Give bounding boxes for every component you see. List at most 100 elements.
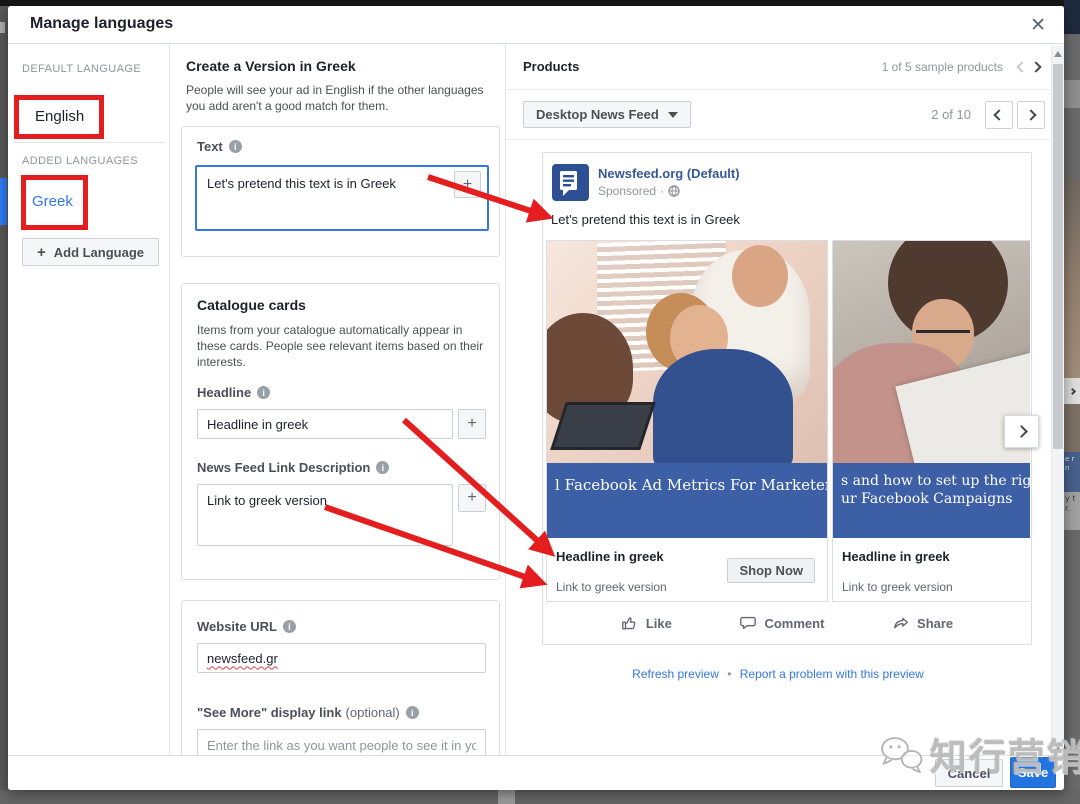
backdrop-blue-accent-bar: [0, 178, 7, 225]
link-description-label: News Feed Link Description: [197, 460, 370, 475]
carousel-caption-2: s and how to set up the rig ur Facebook …: [833, 463, 1030, 538]
chevron-left-icon: [1016, 61, 1027, 72]
scroll-down-arrow-icon[interactable]: [1054, 744, 1062, 750]
backdrop-chevron-fragment: [1064, 378, 1080, 404]
column-divider: [505, 44, 506, 755]
close-icon[interactable]: ✕: [1024, 12, 1052, 39]
next-preview-button[interactable]: [1017, 101, 1045, 129]
carousel-footer-1: Headline in greek Shop Now Link to greek…: [547, 538, 827, 601]
carousel-card-2[interactable]: s and how to set up the rig ur Facebook …: [832, 240, 1030, 602]
photo-laptop: [550, 402, 656, 450]
added-languages-label: ADDED LANGUAGES: [22, 155, 138, 167]
ad-preview-card: Newsfeed.org (Default) Sponsored · Let's…: [542, 152, 1032, 645]
share-button[interactable]: Share: [892, 614, 953, 632]
chevron-left-icon: [993, 109, 1004, 120]
backdrop-right-strip: e rn y tr.: [1064, 0, 1080, 804]
plus-icon: +: [37, 244, 46, 261]
backdrop-text-fragment: [0, 22, 5, 33]
sidebar-item-greek[interactable]: Greek: [26, 180, 83, 210]
backdrop-photo-fragment-2: [1064, 404, 1080, 452]
photo-glasses: [916, 330, 970, 342]
preview-page-counter: 2 of 10: [931, 107, 971, 122]
see-more-label: "See More" display link: [197, 705, 342, 720]
comment-label: Comment: [764, 616, 824, 631]
text-fragment: r.: [1065, 504, 1070, 513]
products-heading: Products: [523, 59, 579, 74]
carousel-link-description-2: Link to greek version: [842, 580, 953, 594]
website-url-field-label: Website URL i: [197, 619, 296, 634]
next-product-button[interactable]: [1029, 55, 1043, 79]
backdrop-bottom-strip: [0, 790, 1080, 804]
text-fragment: n: [1065, 464, 1069, 472]
add-headline-button[interactable]: +: [458, 409, 486, 439]
report-problem-link[interactable]: Report a problem with this preview: [740, 667, 924, 681]
carousel-image-2: [833, 241, 1030, 463]
editor-description: People will see your ad in English if th…: [186, 82, 504, 114]
info-icon[interactable]: i: [283, 620, 296, 633]
link-description-field-label: News Feed Link Description i: [197, 460, 389, 475]
chevron-right-icon: [1068, 387, 1075, 394]
link-description-row: Link to greek version +: [197, 484, 486, 546]
dialog-footer: Cancel Save: [8, 755, 1064, 790]
website-url-label: Website URL: [197, 619, 277, 634]
carousel-card-1[interactable]: l Facebook Ad Metrics For Marketers Head…: [546, 240, 828, 602]
carousel-footer-2: Headline in greek Link to greek version: [833, 538, 1030, 601]
dialog-header: Manage languages ✕: [8, 6, 1064, 44]
photo-person: [653, 349, 793, 463]
shop-now-button[interactable]: Shop Now: [727, 558, 815, 583]
carousel-next-button[interactable]: [1004, 415, 1039, 448]
default-language-label: DEFAULT LANGUAGE: [22, 63, 141, 75]
cancel-button[interactable]: Cancel: [935, 759, 1003, 787]
share-label: Share: [917, 616, 953, 631]
see-more-field-label: "See More" display link (optional) i: [197, 705, 419, 720]
like-button[interactable]: Like: [621, 614, 672, 632]
previous-product-button[interactable]: [1015, 55, 1029, 79]
vertical-scrollbar[interactable]: [1051, 46, 1064, 755]
headline-input[interactable]: Headline in greek: [197, 409, 453, 439]
sample-products-counter: 1 of 5 sample products: [882, 60, 1003, 74]
previous-preview-button[interactable]: [985, 101, 1013, 129]
comment-icon: [739, 614, 757, 632]
carousel-link-description-1: Link to greek version: [556, 580, 667, 594]
page-avatar[interactable]: [552, 164, 589, 201]
info-icon[interactable]: i: [376, 461, 389, 474]
placement-dropdown[interactable]: Desktop News Feed: [523, 101, 691, 128]
add-link-description-button[interactable]: +: [458, 484, 486, 512]
comment-button[interactable]: Comment: [739, 614, 824, 632]
website-url-input[interactable]: newsfeed.gr: [197, 643, 486, 673]
backdrop-photo-fragment: [1064, 178, 1080, 378]
chevron-right-icon: [1025, 109, 1036, 120]
text-input-value: Let's pretend this text is in Greek: [207, 176, 396, 191]
column-divider: [169, 44, 170, 755]
caption-line: s and how to set up the rig: [841, 473, 1030, 489]
link-description-input[interactable]: Link to greek version: [197, 484, 453, 546]
manage-languages-dialog: Manage languages ✕ DEFAULT LANGUAGE Engl…: [8, 6, 1064, 790]
scroll-up-arrow-icon[interactable]: [1054, 51, 1062, 57]
save-button[interactable]: Save: [1010, 757, 1056, 788]
chevron-down-icon: [668, 112, 678, 118]
refresh-preview-link[interactable]: Refresh preview: [632, 667, 719, 681]
backdrop-bottom-notch: [498, 790, 515, 804]
carousel-image-1: [547, 241, 827, 463]
page-name-link[interactable]: Newsfeed.org (Default): [598, 166, 740, 181]
info-icon[interactable]: i: [229, 140, 242, 153]
like-label: Like: [646, 616, 672, 631]
backdrop-text-fragment-2: y tr.: [1064, 492, 1080, 530]
info-icon[interactable]: i: [406, 706, 419, 719]
newsfeed-page-icon: [552, 164, 589, 201]
carousel-headline-2: Headline in greek: [842, 549, 950, 564]
text-input[interactable]: Let's pretend this text is in Greek +: [195, 165, 489, 231]
products-header-row: Products 1 of 5 sample products: [505, 44, 1051, 90]
share-icon: [892, 614, 910, 632]
add-language-label: Add Language: [54, 245, 144, 260]
sponsored-label: Sponsored: [598, 184, 656, 198]
sidebar-item-english[interactable]: English: [19, 100, 99, 125]
scrollbar-thumb[interactable]: [1053, 64, 1063, 449]
info-icon[interactable]: i: [257, 386, 270, 399]
preview-links-row: Refresh preview • Report a problem with …: [505, 667, 1051, 681]
optional-label: (optional): [346, 705, 400, 720]
add-language-button[interactable]: + Add Language: [22, 238, 159, 266]
text-section-card: Text i Let's pretend this text is in Gre…: [181, 126, 500, 257]
add-variant-button[interactable]: +: [454, 171, 481, 198]
chevron-right-icon: [1030, 61, 1041, 72]
